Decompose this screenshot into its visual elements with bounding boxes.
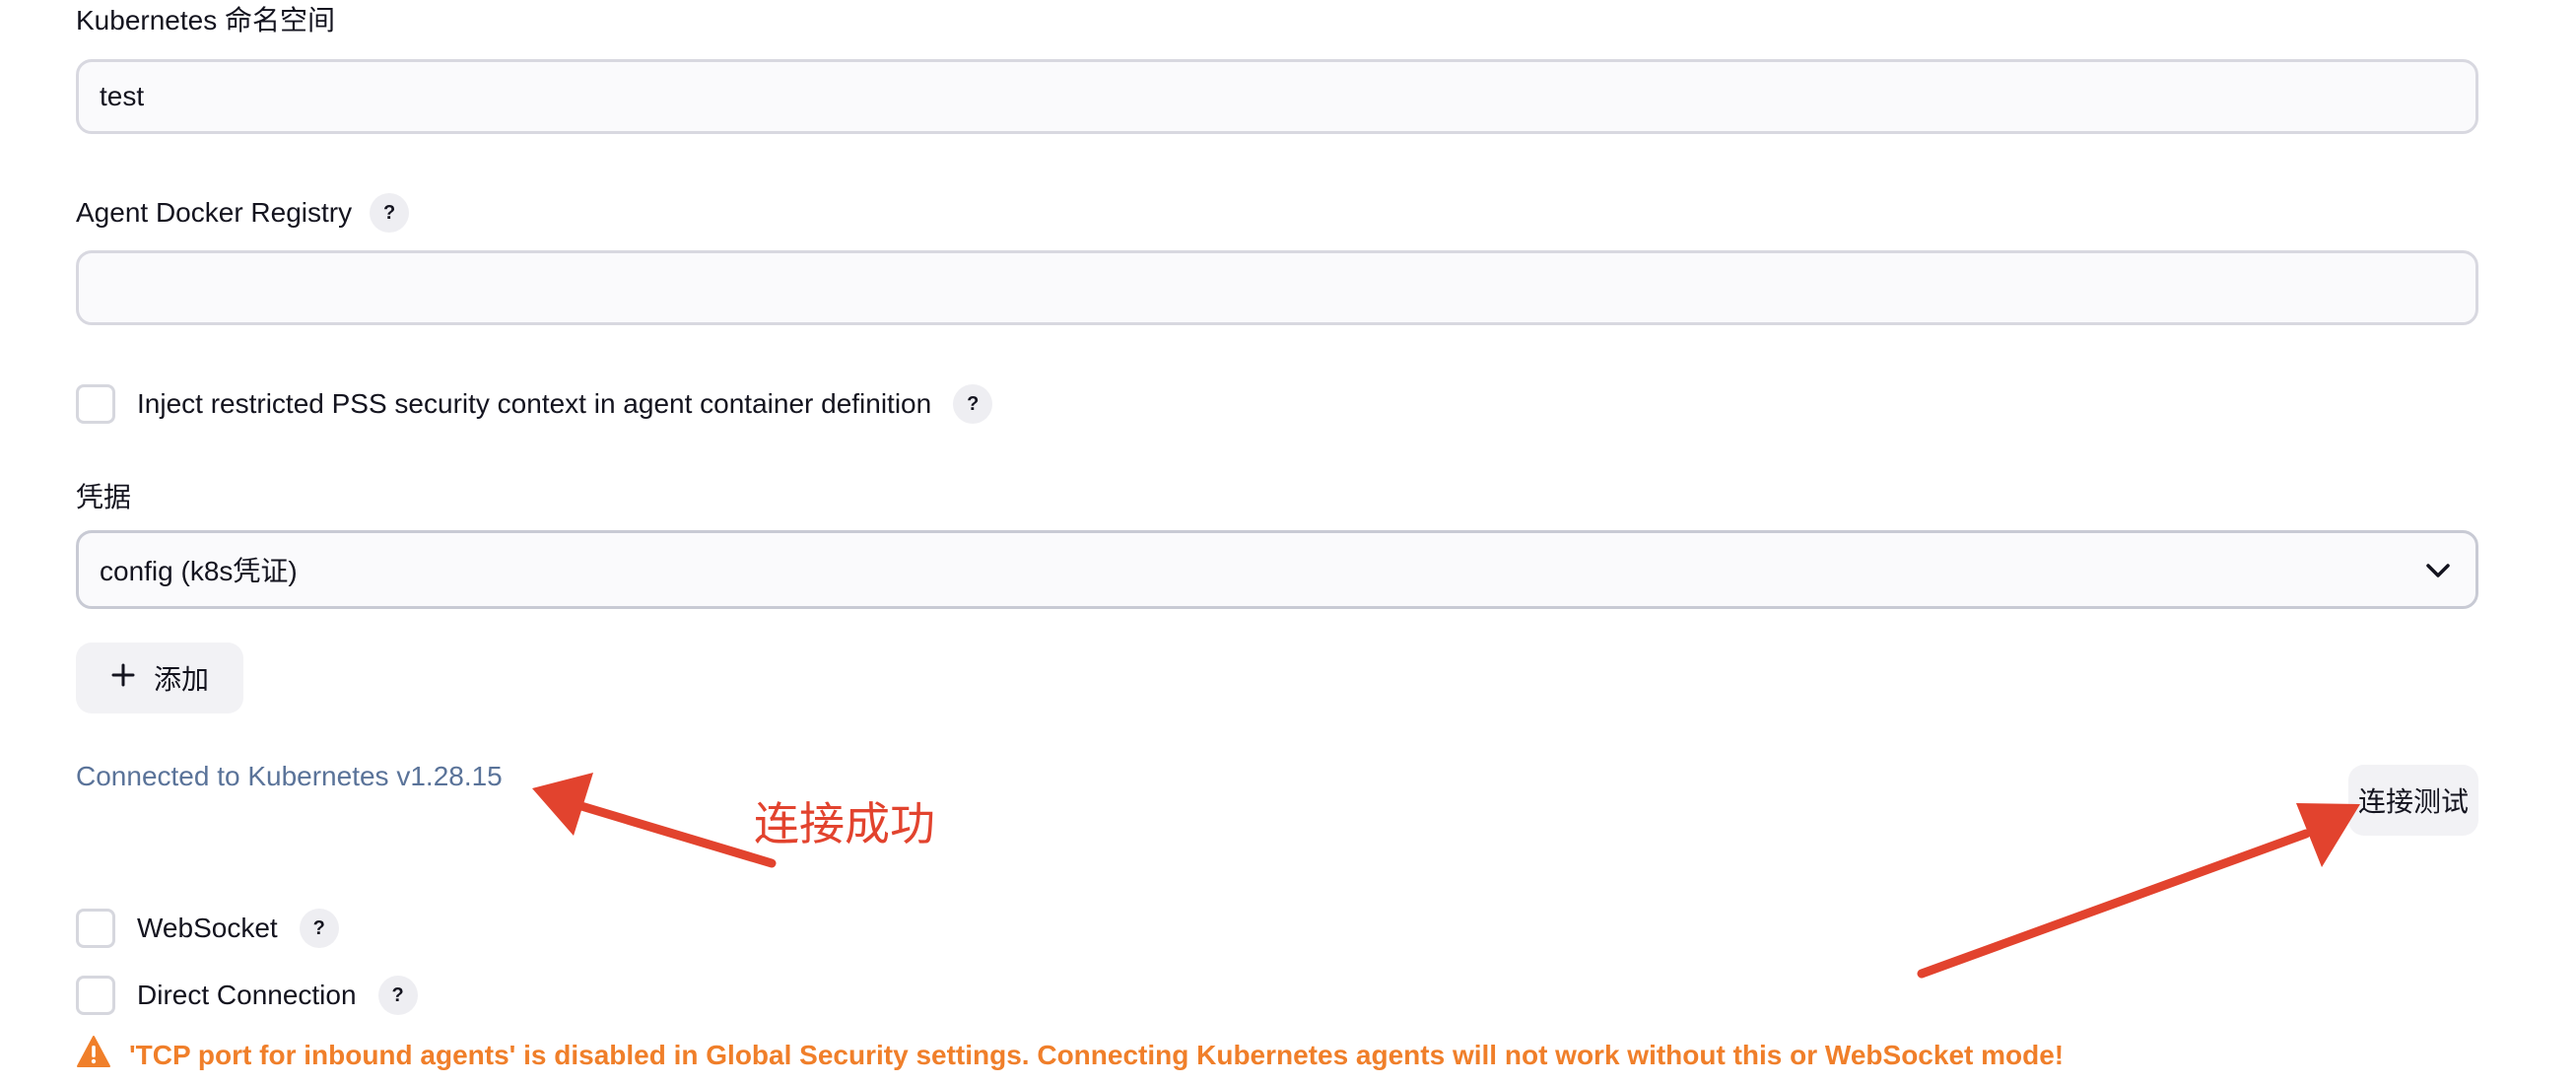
warning-text: 'TCP port for inbound agents' is disable… [129,1039,2065,1070]
websocket-help-icon[interactable]: ? [299,909,339,948]
warning-icon [76,1035,111,1075]
arrow-to-test-button [1917,803,2360,979]
annotation-arrows [532,773,2360,979]
tcp-port-warning: 'TCP port for inbound agents' is disable… [76,1035,2064,1075]
websocket-label: WebSocket [137,913,278,943]
websocket-checkbox[interactable] [76,909,115,948]
direct-connection-help-icon[interactable]: ? [377,976,418,1015]
direct-connection-row: Direct Connection ? [76,976,418,1015]
kubernetes-cloud-config-form: Kubernetes 命名空间 Agent Docker Registry ? … [0,0,2576,1084]
direct-connection-checkbox[interactable] [76,976,115,1015]
websocket-row: WebSocket ? [76,909,339,948]
annotation-success-text: 连接成功 [754,798,935,849]
arrow-to-status [532,773,777,868]
direct-connection-label: Direct Connection [137,980,357,1010]
